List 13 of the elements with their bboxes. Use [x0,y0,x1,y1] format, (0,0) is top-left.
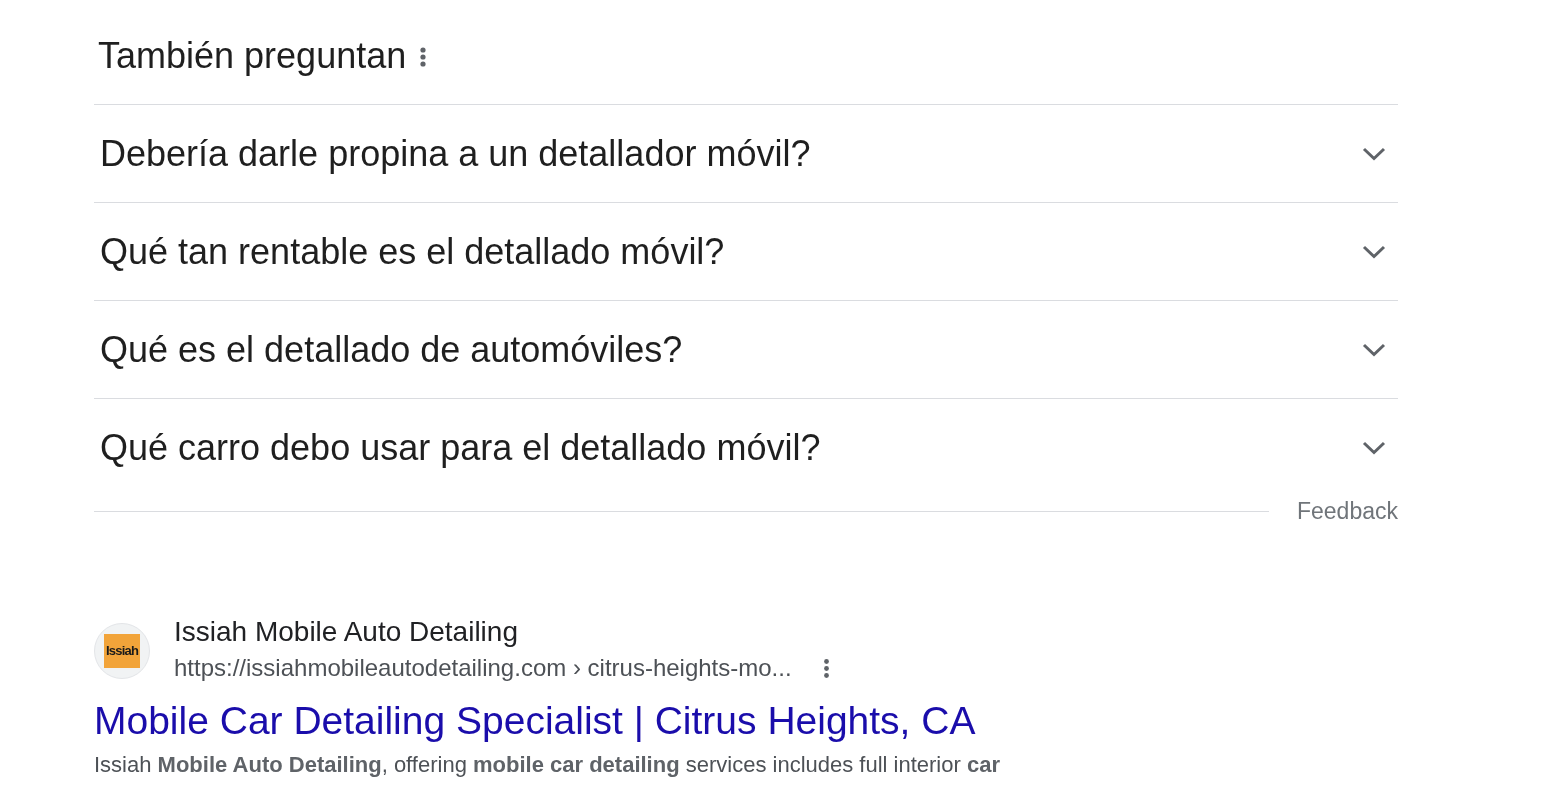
question-toggle[interactable]: Qué carro debo usar para el detallado móvil? [94,398,1398,496]
logo-text: Issiah [104,634,140,668]
site-name: Issiah Mobile Auto Detailing [174,616,518,648]
more-options-icon[interactable] [420,47,427,67]
result-snippet: Issiah Mobile Auto Detailing, offering mobile car detailing services includes full interior car [94,754,1000,776]
question-toggle[interactable]: Qué es el detallado de automóviles? [94,300,1398,398]
result-url: https://issiahmobileautodetailing.com › citrus-heights-mo... [174,654,792,682]
result-title-link[interactable]: Mobile Car Detailing Specialist | Citrus Heights, CA [94,698,976,744]
more-options-icon[interactable] [823,658,829,678]
question-toggle[interactable]: Debería darle propina a un detallador móvil? [94,104,1398,202]
feedback-link[interactable]: Feedback [1297,498,1398,524]
question-toggle[interactable]: Qué tan rentable es el detallado móvil? [94,202,1398,300]
section-title: También preguntan [98,35,407,77]
